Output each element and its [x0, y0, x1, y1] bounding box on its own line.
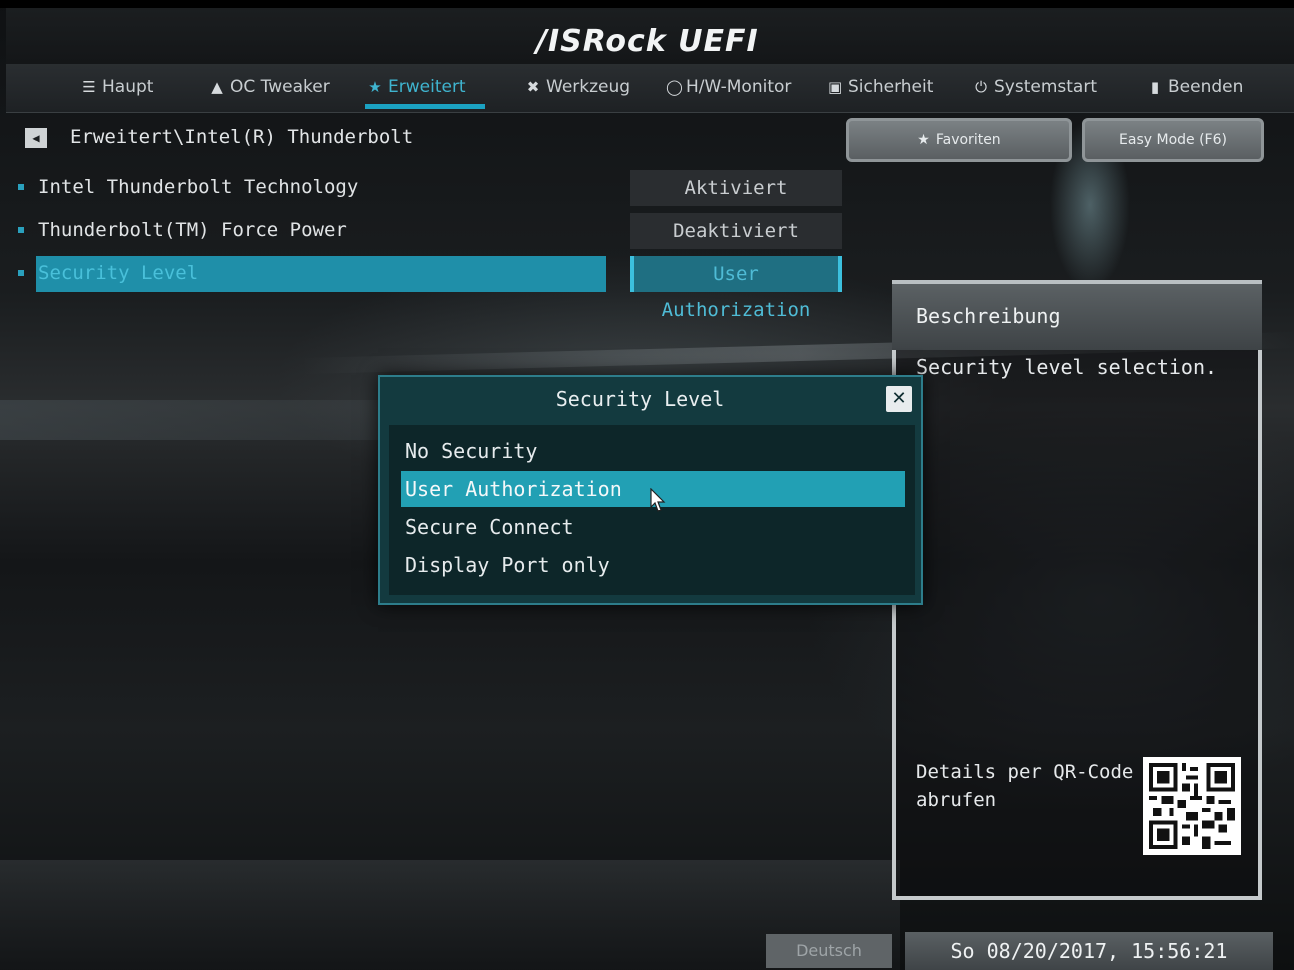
star-icon: ★ — [368, 78, 382, 96]
rocket-icon: ▲ — [211, 78, 223, 96]
star-icon: ★ — [917, 132, 930, 148]
qr-code-icon — [1149, 763, 1235, 849]
tab-label: H/W-Monitor — [686, 77, 792, 97]
qr-caption: Details per QR-Code abrufen — [916, 758, 1133, 814]
tab-label: Haupt — [102, 77, 154, 97]
description-text: Security level selection. — [916, 355, 1218, 379]
tab-label: OC Tweaker — [230, 77, 330, 97]
bullet-icon — [18, 184, 24, 190]
setting-row-thunderbolt-technology[interactable]: Intel Thunderbolt Technology Aktiviert — [16, 170, 846, 206]
monitor-icon: ◯ — [666, 78, 683, 96]
bullet-icon — [18, 270, 24, 276]
tab-label: Sicherheit — [848, 77, 934, 97]
background-decor — [0, 860, 900, 970]
breadcrumb: Erweitert\Intel(R) Thunderbolt — [70, 126, 414, 148]
qr-caption-line: Details per QR-Code — [916, 761, 1134, 783]
tab-label: Werkzeug — [546, 77, 631, 97]
bullet-icon — [18, 227, 24, 233]
dialog-title: Security Level — [555, 387, 725, 411]
tools-icon: ✖ — [526, 78, 540, 96]
setting-label: Thunderbolt(TM) Force Power — [38, 219, 347, 241]
setting-row-security-level[interactable]: Security Level User Authorization — [16, 256, 846, 321]
setting-value[interactable]: Deaktiviert — [630, 213, 842, 249]
datetime-display: So 08/20/2017, 15:56:21 — [905, 932, 1273, 970]
shield-icon: ▣ — [828, 78, 843, 96]
tab-systemstart[interactable]: ⏻ Systemstart — [974, 72, 1097, 102]
setting-value[interactable]: User Authorization — [630, 256, 842, 321]
setting-row-force-power[interactable]: Thunderbolt(TM) Force Power Deaktiviert — [16, 213, 846, 249]
close-icon: ✕ — [891, 388, 907, 409]
mouse-cursor-icon — [650, 488, 666, 512]
setting-label: Security Level — [38, 262, 199, 284]
qr-caption-line: abrufen — [916, 789, 997, 811]
active-tab-indicator — [365, 104, 485, 109]
close-button[interactable]: ✕ — [886, 386, 912, 412]
tab-label: Systemstart — [994, 77, 1097, 97]
exit-icon: ▮ — [1150, 78, 1160, 96]
tab-hw-monitor[interactable]: ◯ H/W-Monitor — [666, 72, 791, 102]
tab-beenden[interactable]: ▮ Beenden — [1148, 72, 1244, 102]
description-title: Beschreibung — [916, 304, 1061, 328]
setting-value[interactable]: Aktiviert — [630, 170, 842, 206]
favorites-label: Favoriten — [935, 132, 1001, 148]
header: /ISRock UEFI — [6, 8, 1294, 64]
power-icon: ⏻ — [975, 78, 987, 96]
tab-erweitert[interactable]: ★ Erweitert — [368, 72, 466, 102]
tab-bar: ☰ Haupt ▲ OC Tweaker ★ Erweitert ✖ Werkz… — [6, 64, 1294, 113]
setting-label: Intel Thunderbolt Technology — [38, 176, 359, 198]
tab-oc-tweaker[interactable]: ▲ OC Tweaker — [210, 72, 330, 102]
tab-sicherheit[interactable]: ▣ Sicherheit — [828, 72, 933, 102]
option-display-port-only[interactable]: Display Port only — [401, 547, 905, 583]
tab-label: Erweitert — [388, 77, 466, 97]
option-secure-connect[interactable]: Secure Connect — [401, 509, 905, 545]
top-strip — [0, 0, 1294, 8]
list-icon: ☰ — [82, 78, 96, 96]
arrow-left-icon: ◀ — [32, 131, 40, 145]
tab-label: Beenden — [1168, 77, 1244, 97]
tab-werkzeug[interactable]: ✖ Werkzeug — [526, 72, 630, 102]
bios-screen: /ISRock UEFI ☰ Haupt ▲ OC Tweaker ★ Erwe… — [0, 0, 1294, 970]
tab-haupt[interactable]: ☰ Haupt — [82, 72, 153, 102]
brand-logo: /ISRock UEFI — [536, 24, 759, 59]
easy-mode-button[interactable]: Easy Mode (F6) — [1082, 118, 1264, 162]
back-button[interactable]: ◀ — [25, 128, 47, 148]
easy-mode-label: Easy Mode (F6) — [1119, 132, 1227, 148]
option-no-security[interactable]: No Security — [401, 433, 905, 469]
favorites-button[interactable]: ★ Favoriten — [846, 118, 1072, 162]
qr-code — [1143, 757, 1241, 855]
language-button[interactable]: Deutsch — [766, 934, 892, 968]
